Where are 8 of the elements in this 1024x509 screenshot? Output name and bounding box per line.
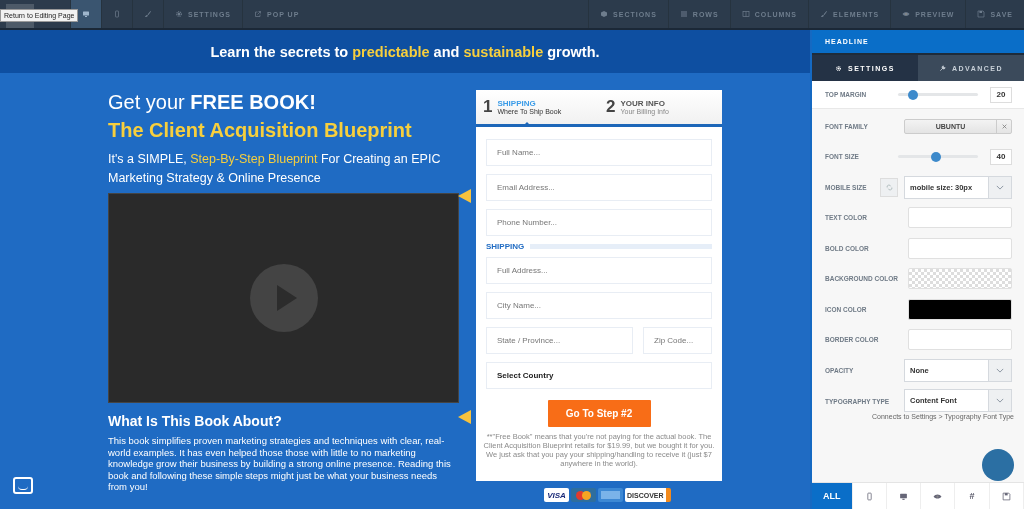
headline: Get your FREE BOOK! <box>108 90 317 115</box>
subtitle: It's a SIMPLE, Step-By-Step Blueprint For Creating an EPIC Marketing Strategy & Online Presence <box>108 151 442 187</box>
paragraph: This book simplifies proven marketing strategies and techniques with clear, real-world examples. It has even helped those those with little to no marketing knowledge grow their business by building a strong online presence. Reading this book and following these simple steps might just be what your business needs from you! <box>108 435 452 493</box>
section-label: SHIPPING <box>486 242 525 251</box>
book-title: The Client Acquisition Blueprint <box>108 118 413 143</box>
banner-headline: Learn the secrets to predictable and sustainable growth. <box>210 43 600 60</box>
visa-card-icon: VISA <box>544 488 569 502</box>
section-heading: What Is This Book About? <box>108 413 283 429</box>
